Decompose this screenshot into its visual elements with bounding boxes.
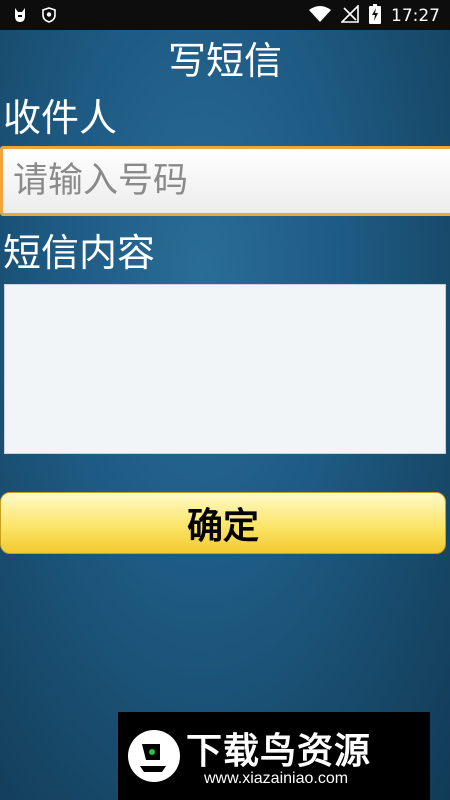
wifi-icon (309, 5, 331, 27)
watermark-brand: 下载鸟资源 (186, 731, 372, 772)
watermark-url: www.xiazainiao.com (204, 770, 349, 787)
no-signal-icon (340, 4, 359, 27)
message-label: 短信内容 (3, 231, 156, 275)
status-left-icons (12, 6, 56, 28)
status-time: 17:27 (391, 6, 440, 26)
page-title: 写短信 (167, 39, 282, 83)
battery-charging-icon (369, 4, 381, 28)
message-textarea[interactable] (4, 284, 446, 454)
status-right-icons: 17:27 (309, 4, 440, 28)
bird-logo-icon (126, 726, 182, 790)
shield-icon (42, 7, 56, 27)
recipient-input[interactable] (0, 146, 450, 216)
recipient-label: 收件人 (3, 96, 118, 140)
cat-icon (12, 6, 28, 28)
watermark-banner: 下载鸟资源 www.xiazainiao.com (118, 712, 430, 800)
status-bar: 17:27 (0, 0, 450, 30)
confirm-button[interactable]: 确定 (0, 492, 446, 554)
